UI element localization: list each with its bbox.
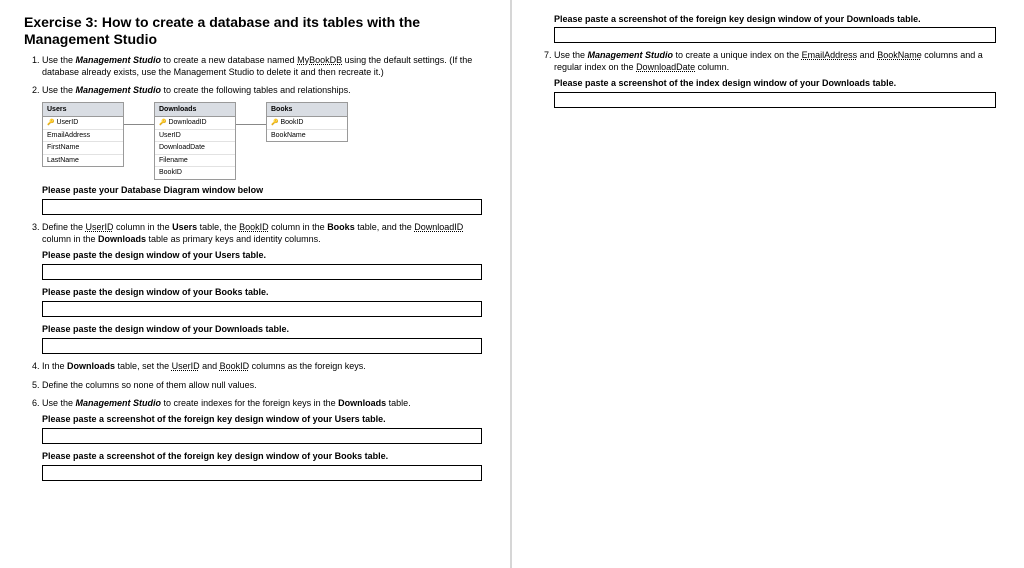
table-books: Books BookID BookName	[266, 102, 348, 142]
step-4: In the Downloads table, set the UserID a…	[42, 360, 482, 372]
text: table as primary keys and identity colum…	[146, 234, 321, 244]
text: Use the	[42, 85, 76, 95]
exercise-title: Exercise 3: How to create a database and…	[24, 14, 482, 48]
table-header: Users	[43, 103, 123, 117]
step-7: Use the Management Studio to create a un…	[554, 49, 996, 108]
tool-name: Management Studio	[76, 85, 162, 95]
text: column.	[695, 62, 729, 72]
text: to create a unique index on the	[673, 50, 802, 60]
column: BookID	[155, 167, 235, 178]
column: FirstName	[43, 142, 123, 154]
paste-prompt: Please paste a screenshot of the foreign…	[42, 450, 482, 462]
column-name: BookName	[877, 50, 922, 60]
paste-box-diagram[interactable]	[42, 199, 482, 215]
column-name: EmailAddress	[802, 50, 858, 60]
steps-list-right: Use the Management Studio to create a un…	[536, 49, 996, 108]
step-5: Define the columns so none of them allow…	[42, 379, 482, 391]
text: to create the following tables and relat…	[161, 85, 351, 95]
column: UserID	[43, 117, 123, 129]
paste-box-fk-downloads[interactable]	[554, 27, 996, 43]
step-2: Use the Management Studio to create the …	[42, 84, 482, 215]
text: columns as the foreign keys.	[249, 361, 366, 371]
connector-line	[236, 124, 266, 125]
paste-prompt: Please paste a screenshot of the foreign…	[42, 413, 482, 425]
column: EmailAddress	[43, 130, 123, 142]
text: table, the	[197, 222, 239, 232]
paste-box-books-design[interactable]	[42, 301, 482, 317]
text: Define the	[42, 222, 86, 232]
text: column in the	[114, 222, 173, 232]
text: Use the	[554, 50, 588, 60]
connector-line	[124, 124, 154, 125]
column: BookName	[267, 130, 347, 141]
column-name: DownloadID	[414, 222, 463, 232]
text: to create indexes for the foreign keys i…	[161, 398, 338, 408]
paste-prompt: Please paste your Database Diagram windo…	[42, 184, 482, 196]
text: and	[857, 50, 877, 60]
column-name: UserID	[172, 361, 200, 371]
paste-prompt: Please paste the design window of your D…	[42, 323, 482, 335]
text: table.	[386, 398, 411, 408]
step-1: Use the Management Studio to create a ne…	[42, 54, 482, 78]
table-users: Users UserID EmailAddress FirstName Last…	[42, 102, 124, 167]
table-header: Books	[267, 103, 347, 117]
text: and	[200, 361, 220, 371]
column-name: BookID	[239, 222, 269, 232]
paste-box-downloads-design[interactable]	[42, 338, 482, 354]
paste-prompt: Please paste the design window of your U…	[42, 249, 482, 261]
database-diagram: Users UserID EmailAddress FirstName Last…	[42, 102, 482, 180]
page-left: Exercise 3: How to create a database and…	[0, 0, 512, 568]
table-header: Downloads	[155, 103, 235, 117]
text: In the	[42, 361, 67, 371]
table-downloads: Downloads DownloadID UserID DownloadDate…	[154, 102, 236, 180]
column: Filename	[155, 155, 235, 167]
text: table, and the	[355, 222, 415, 232]
paste-box-fk-users[interactable]	[42, 428, 482, 444]
text: to create a new database named	[161, 55, 297, 65]
step-3: Define the UserID column in the Users ta…	[42, 221, 482, 355]
column: DownloadID	[155, 117, 235, 129]
paste-prompt: Please paste the design window of your B…	[42, 286, 482, 298]
paste-box-users-design[interactable]	[42, 264, 482, 280]
tool-name: Management Studio	[588, 50, 674, 60]
text: column in the	[42, 234, 98, 244]
column: DownloadDate	[155, 142, 235, 154]
paste-box-fk-books[interactable]	[42, 465, 482, 481]
table-name: Users	[172, 222, 197, 232]
step-6: Use the Management Studio to create inde…	[42, 397, 482, 481]
paste-prompt: Please paste a screenshot of the index d…	[554, 77, 996, 89]
tool-name: Management Studio	[76, 55, 162, 65]
column-name: UserID	[86, 222, 114, 232]
text: Use the	[42, 55, 76, 65]
column-name: BookID	[220, 361, 250, 371]
page-right: Please paste a screenshot of the foreign…	[512, 0, 1024, 568]
table-name: Books	[327, 222, 355, 232]
tool-name: Management Studio	[76, 398, 162, 408]
paste-box-index-downloads[interactable]	[554, 92, 996, 108]
column: BookID	[267, 117, 347, 129]
table-name: Downloads	[67, 361, 115, 371]
steps-list-left: Use the Management Studio to create a ne…	[24, 54, 482, 482]
column-name: DownloadDate	[636, 62, 695, 72]
table-name: Downloads	[98, 234, 146, 244]
db-name: MyBookDB	[297, 55, 342, 65]
text: Use the	[42, 398, 76, 408]
text: column in the	[269, 222, 328, 232]
table-name: Downloads	[338, 398, 386, 408]
column: UserID	[155, 130, 235, 142]
text: table, set the	[115, 361, 172, 371]
column: LastName	[43, 155, 123, 166]
paste-prompt: Please paste a screenshot of the foreign…	[554, 14, 996, 24]
